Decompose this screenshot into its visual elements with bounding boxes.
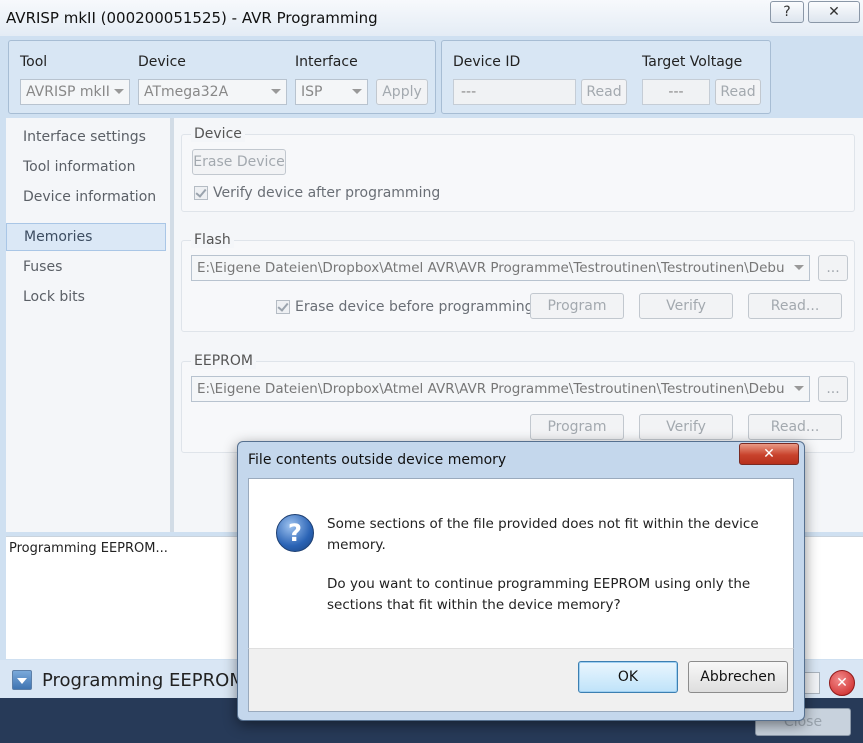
erase-before-programming-label: Erase device before programming (295, 299, 534, 315)
tool-label: Tool (20, 54, 48, 70)
verify-after-programming-checkbox[interactable] (194, 186, 208, 200)
dialog-message-1: Some sections of the file provided does … (327, 516, 759, 553)
sidebar-item-tool-information[interactable]: Tool information (6, 154, 166, 182)
sidebar-item-lock-bits[interactable]: Lock bits (6, 284, 166, 312)
verify-after-programming-label: Verify device after programming (213, 185, 441, 201)
cancel-operation-button[interactable]: ✕ (829, 670, 855, 696)
connection-group: Tool AVRISP mkII Device ATmega32A Interf… (8, 40, 436, 114)
dialog-body: ? Some sections of the file provided doe… (248, 478, 794, 648)
interface-select-value: ISP (301, 84, 323, 100)
dialog-close-button[interactable]: ✕ (739, 443, 799, 465)
interface-label: Interface (295, 54, 358, 70)
erase-before-programming-checkbox[interactable] (276, 300, 290, 314)
flash-verify-button[interactable]: Verify (639, 293, 733, 319)
close-icon: ✕ (763, 446, 775, 462)
question-icon-glyph: ? (288, 519, 302, 547)
sidebar-item-label: Memories (24, 229, 93, 245)
device-id-read-button[interactable]: Read (581, 79, 627, 105)
tool-select-value: AVRISP mkII (26, 84, 110, 100)
title-bar: AVRISP mkII (000200051525) - AVR Program… (0, 0, 863, 36)
help-button[interactable]: ? (770, 1, 804, 23)
chevron-down-icon (794, 386, 804, 391)
sidebar-item-interface-settings[interactable]: Interface settings (6, 124, 166, 152)
sidebar-nav: Interface settings Tool information Devi… (6, 118, 170, 532)
sidebar-item-label: Interface settings (23, 129, 146, 145)
expand-status-button[interactable] (12, 670, 32, 690)
eeprom-verify-button[interactable]: Verify (639, 414, 733, 440)
dialog-button-bar: OK Abbrechen (248, 648, 794, 712)
window-close-button[interactable]: ✕ (808, 1, 860, 23)
status-text: Programming EEPROM... (42, 670, 263, 691)
chevron-down-icon (794, 265, 804, 270)
cancel-button[interactable]: Abbrechen (688, 661, 788, 693)
flash-program-button[interactable]: Program (530, 293, 624, 319)
target-voltage-label: Target Voltage (642, 54, 743, 70)
sidebar-item-label: Tool information (23, 159, 136, 175)
device-section: Device Erase Device Verify device after … (181, 126, 855, 212)
device-select[interactable]: ATmega32A (138, 79, 287, 105)
flash-browse-button[interactable]: ... (818, 255, 848, 281)
flash-file-path: E:\Eigene Dateien\Dropbox\Atmel AVR\AVR … (197, 260, 785, 276)
file-outside-memory-dialog: File contents outside device memory ✕ ? … (237, 441, 805, 721)
eeprom-section-caption: EEPROM (191, 353, 256, 369)
device-label: Device (138, 54, 186, 70)
device-id-label: Device ID (453, 54, 521, 70)
dialog-title: File contents outside device memory (248, 452, 507, 468)
flash-file-select[interactable]: E:\Eigene Dateien\Dropbox\Atmel AVR\AVR … (191, 255, 810, 281)
target-voltage-field: --- (642, 79, 710, 105)
window-title: AVRISP mkII (000200051525) - AVR Program… (6, 9, 378, 27)
tool-select[interactable]: AVRISP mkII (20, 79, 130, 105)
device-id-field: --- (453, 79, 576, 105)
target-voltage-read-button[interactable]: Read (715, 79, 761, 105)
chevron-down-icon (271, 89, 281, 94)
close-icon: ✕ (828, 4, 840, 20)
sidebar-item-label: Lock bits (23, 289, 85, 305)
chevron-down-icon (352, 89, 362, 94)
sidebar-item-label: Fuses (23, 259, 63, 275)
erase-device-button[interactable]: Erase Device (192, 149, 286, 175)
flash-section: Flash E:\Eigene Dateien\Dropbox\Atmel AV… (181, 232, 855, 332)
output-log-text: Programming EEPROM... (9, 541, 168, 556)
eeprom-file-select[interactable]: E:\Eigene Dateien\Dropbox\Atmel AVR\AVR … (191, 376, 810, 402)
eeprom-browse-button[interactable]: ... (818, 376, 848, 402)
sidebar-item-device-information[interactable]: Device information (6, 184, 166, 212)
device-select-value: ATmega32A (144, 84, 229, 100)
apply-button[interactable]: Apply (376, 79, 428, 105)
help-icon: ? (783, 4, 791, 20)
ok-button[interactable]: OK (578, 661, 678, 693)
question-icon: ? (276, 514, 314, 552)
flash-read-button[interactable]: Read... (748, 293, 842, 319)
device-section-caption: Device (191, 126, 245, 142)
sidebar-item-label: Device information (23, 189, 157, 205)
eeprom-file-path: E:\Eigene Dateien\Dropbox\Atmel AVR\AVR … (197, 381, 785, 397)
eeprom-read-button[interactable]: Read... (748, 414, 842, 440)
chevron-down-icon (114, 89, 124, 94)
device-id-group: Device ID --- Read Target Voltage --- Re… (441, 40, 771, 114)
sidebar-item-fuses[interactable]: Fuses (6, 254, 166, 282)
flash-section-caption: Flash (191, 232, 234, 248)
eeprom-program-button[interactable]: Program (530, 414, 624, 440)
interface-select[interactable]: ISP (295, 79, 368, 105)
dialog-message-2: Do you want to continue programming EEPR… (327, 576, 751, 613)
sidebar-item-memories[interactable]: Memories (6, 223, 166, 251)
cancel-icon: ✕ (836, 675, 848, 691)
eeprom-section: EEPROM E:\Eigene Dateien\Dropbox\Atmel A… (181, 353, 855, 453)
